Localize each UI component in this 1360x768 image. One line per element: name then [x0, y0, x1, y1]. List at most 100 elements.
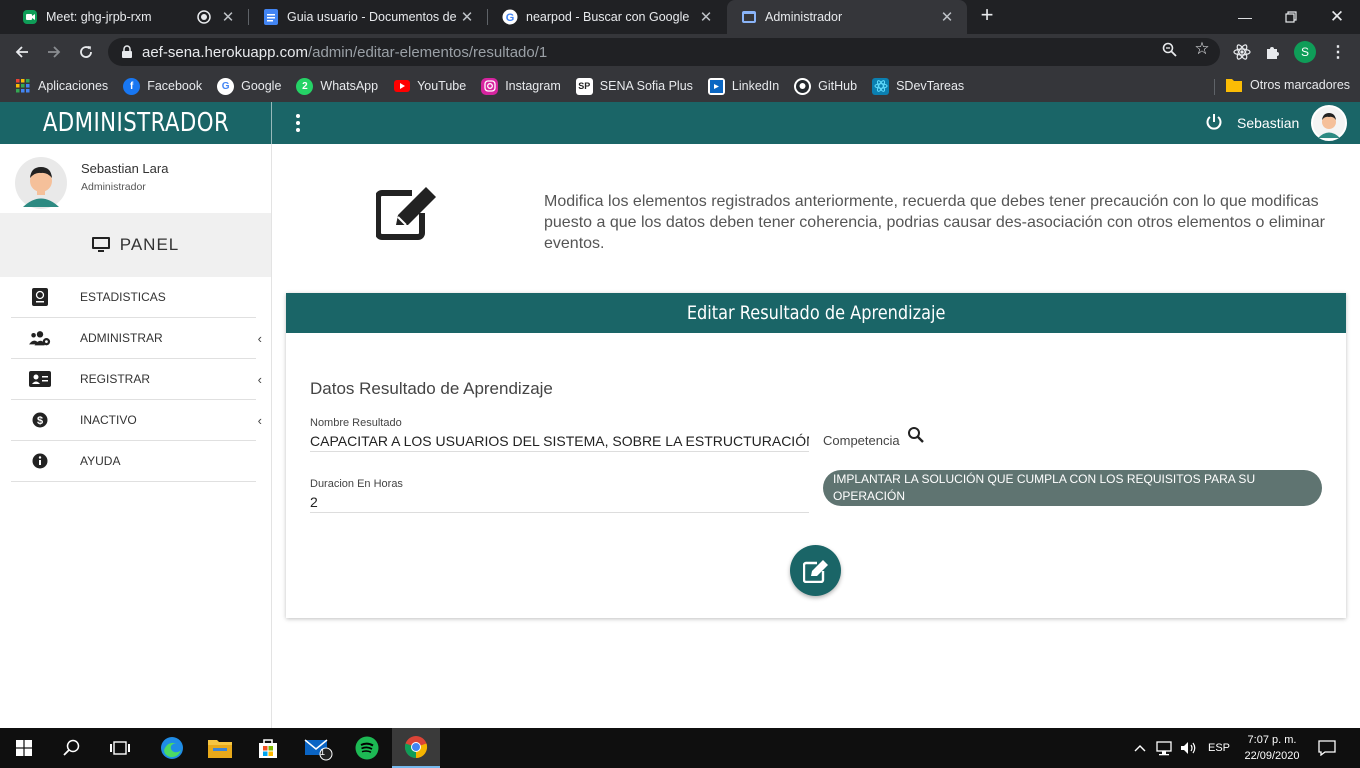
store-icon[interactable] [244, 728, 292, 768]
browser-menu-icon[interactable]: ⋮ [1328, 42, 1348, 62]
browser-tab-strip: Meet: ghg-jrpb-rxm ✕ Guia usuario - Docu… [0, 0, 1360, 34]
reload-icon [80, 46, 92, 58]
tray-chevron-up-icon[interactable] [1134, 728, 1146, 768]
tab-title: Administrador [765, 10, 843, 24]
bookmark-github[interactable]: GitHub [794, 77, 857, 95]
bookmark-star-icon[interactable]: ☆ [1193, 39, 1211, 58]
avatar [15, 157, 67, 214]
mail-icon[interactable]: 1 [294, 728, 342, 768]
sidebar: Sebastian Lara Administrador PANEL ESTAD… [0, 144, 272, 728]
address-bar[interactable]: aef-sena.herokuapp.com/admin/editar-elem… [108, 38, 1220, 66]
forward-button[interactable] [42, 40, 66, 64]
sidebar-user-name: Sebastian Lara [81, 161, 169, 176]
power-icon[interactable] [1204, 112, 1224, 132]
clock-time: 7:07 p. m. [1247, 734, 1297, 746]
clock-date: 22/09/2020 [1244, 750, 1300, 762]
arrow-left-icon [15, 46, 28, 58]
volume-icon[interactable] [1180, 728, 1198, 768]
bookmark-label: Instagram [505, 79, 561, 93]
bookmark-label: Aplicaciones [38, 79, 109, 93]
profile-avatar[interactable]: S [1294, 41, 1316, 63]
bookmark-facebook[interactable]: f Facebook [123, 77, 202, 95]
bookmark-sena-sofia-plus[interactable]: SP SENA Sofia Plus [575, 77, 693, 95]
sidebar-panel-link[interactable]: PANEL [0, 213, 271, 277]
close-icon[interactable]: ✕ [457, 7, 477, 27]
extensions-puzzle-icon[interactable] [1263, 42, 1283, 62]
intro-text: Modifica los elementos registrados anter… [544, 193, 1325, 252]
facebook-icon: f [123, 77, 141, 95]
bookmark-label: YouTube [417, 79, 467, 93]
browser-tab-administrador[interactable]: Administrador ✕ [727, 0, 967, 34]
header-username[interactable]: Sebastian [1237, 115, 1299, 131]
sidebar-item-registrar[interactable]: REGISTRAR ‹ [11, 359, 262, 400]
other-bookmarks[interactable]: Otros marcadores [1226, 78, 1350, 92]
tab-title: nearpod - Buscar con Google [526, 10, 690, 24]
chevron-left-icon: ‹ [257, 412, 262, 428]
url-host: aef-sena.herokuapp.com [142, 43, 308, 61]
save-edit-button[interactable] [790, 545, 841, 596]
sidebar-item-label: ESTADISTICAS [80, 290, 166, 304]
spotify-icon[interactable] [343, 728, 391, 768]
competencia-chip[interactable]: IMPLANTAR LA SOLUCIÓN QUE CUMPLA CON LOS… [823, 470, 1322, 506]
window-close-button[interactable]: ✕ [1314, 0, 1360, 34]
menu-toggle-button[interactable] [289, 112, 307, 134]
browser-tab-docs[interactable]: Guia usuario - Documentos de Google ✕ [249, 0, 487, 34]
close-icon[interactable]: ✕ [937, 7, 957, 27]
new-tab-button[interactable]: + [976, 4, 998, 27]
browser-tab-meet[interactable]: Meet: ghg-jrpb-rxm ✕ [8, 0, 248, 34]
windows-start-button[interactable] [0, 728, 48, 768]
search-icon[interactable] [905, 424, 927, 446]
other-bookmarks-label: Otros marcadores [1250, 78, 1351, 92]
clock[interactable]: 7:07 p. m. 22/09/2020 [1240, 732, 1304, 764]
file-explorer-icon[interactable] [196, 728, 244, 768]
sidebar-item-administrar[interactable]: ADMINISTRAR ‹ [11, 318, 262, 359]
bookmark-google[interactable]: G Google [217, 77, 281, 95]
github-icon [794, 77, 812, 95]
restore-icon [1285, 11, 1297, 23]
edge-taskbar-icon[interactable] [148, 728, 196, 768]
close-icon[interactable]: ✕ [696, 7, 716, 27]
bookmark-aplicaciones[interactable]: Aplicaciones [14, 78, 108, 95]
minimize-button[interactable]: — [1222, 0, 1268, 34]
bookmark-youtube[interactable]: YouTube [393, 78, 466, 95]
passport-icon [29, 286, 51, 308]
back-button[interactable] [10, 40, 34, 64]
bookmark-label: LinkedIn [731, 79, 780, 93]
search-button[interactable] [48, 728, 96, 768]
sidebar-item-ayuda[interactable]: AYUDA [11, 441, 256, 482]
zoom-icon[interactable] [1160, 40, 1178, 58]
windows-icon [16, 740, 32, 756]
language-indicator[interactable]: ESP [1208, 728, 1230, 768]
reload-button[interactable] [74, 40, 98, 64]
bookmark-sdevtareas[interactable]: SDevTareas [872, 77, 964, 95]
page-icon [741, 9, 757, 25]
bookmark-instagram[interactable]: Instagram [481, 77, 561, 95]
tab-title: Guia usuario - Documentos de Google [287, 10, 457, 24]
recording-icon [194, 7, 214, 27]
bookmark-whatsapp[interactable]: 2 WhatsApp [296, 77, 378, 95]
sidebar-user-role: Administrador [81, 181, 146, 193]
sidebar-item-inactivo[interactable]: $ INACTIVO ‹ [11, 400, 262, 441]
duracion-horas-input[interactable] [310, 491, 809, 513]
nombre-resultado-input[interactable] [310, 430, 809, 452]
header-avatar[interactable] [1311, 105, 1347, 146]
bookmark-linkedin[interactable]: LinkedIn [707, 77, 780, 95]
chrome-taskbar-icon[interactable] [392, 728, 440, 768]
react-extension-icon[interactable] [1232, 42, 1252, 62]
restore-button[interactable] [1268, 0, 1314, 34]
close-icon[interactable]: ✕ [218, 7, 238, 27]
chevron-left-icon: ‹ [257, 330, 262, 346]
brand-title[interactable]: ADMINISTRADOR [24, 102, 247, 144]
sidebar-item-estadisticas[interactable]: ESTADISTICAS [11, 277, 256, 318]
edit-icon [802, 559, 828, 583]
task-view-button[interactable] [96, 728, 144, 768]
network-icon[interactable] [1156, 728, 1174, 768]
instagram-icon [481, 77, 499, 95]
competencia-label: Competencia [823, 433, 900, 448]
edit-icon [375, 183, 440, 241]
notifications-icon[interactable] [1318, 728, 1336, 768]
duracion-horas-label: Duracion En Horas [310, 478, 403, 490]
google-icon: G [502, 9, 518, 25]
browser-tab-google[interactable]: G nearpod - Buscar con Google ✕ [488, 0, 726, 34]
desktop-icon [91, 237, 110, 252]
